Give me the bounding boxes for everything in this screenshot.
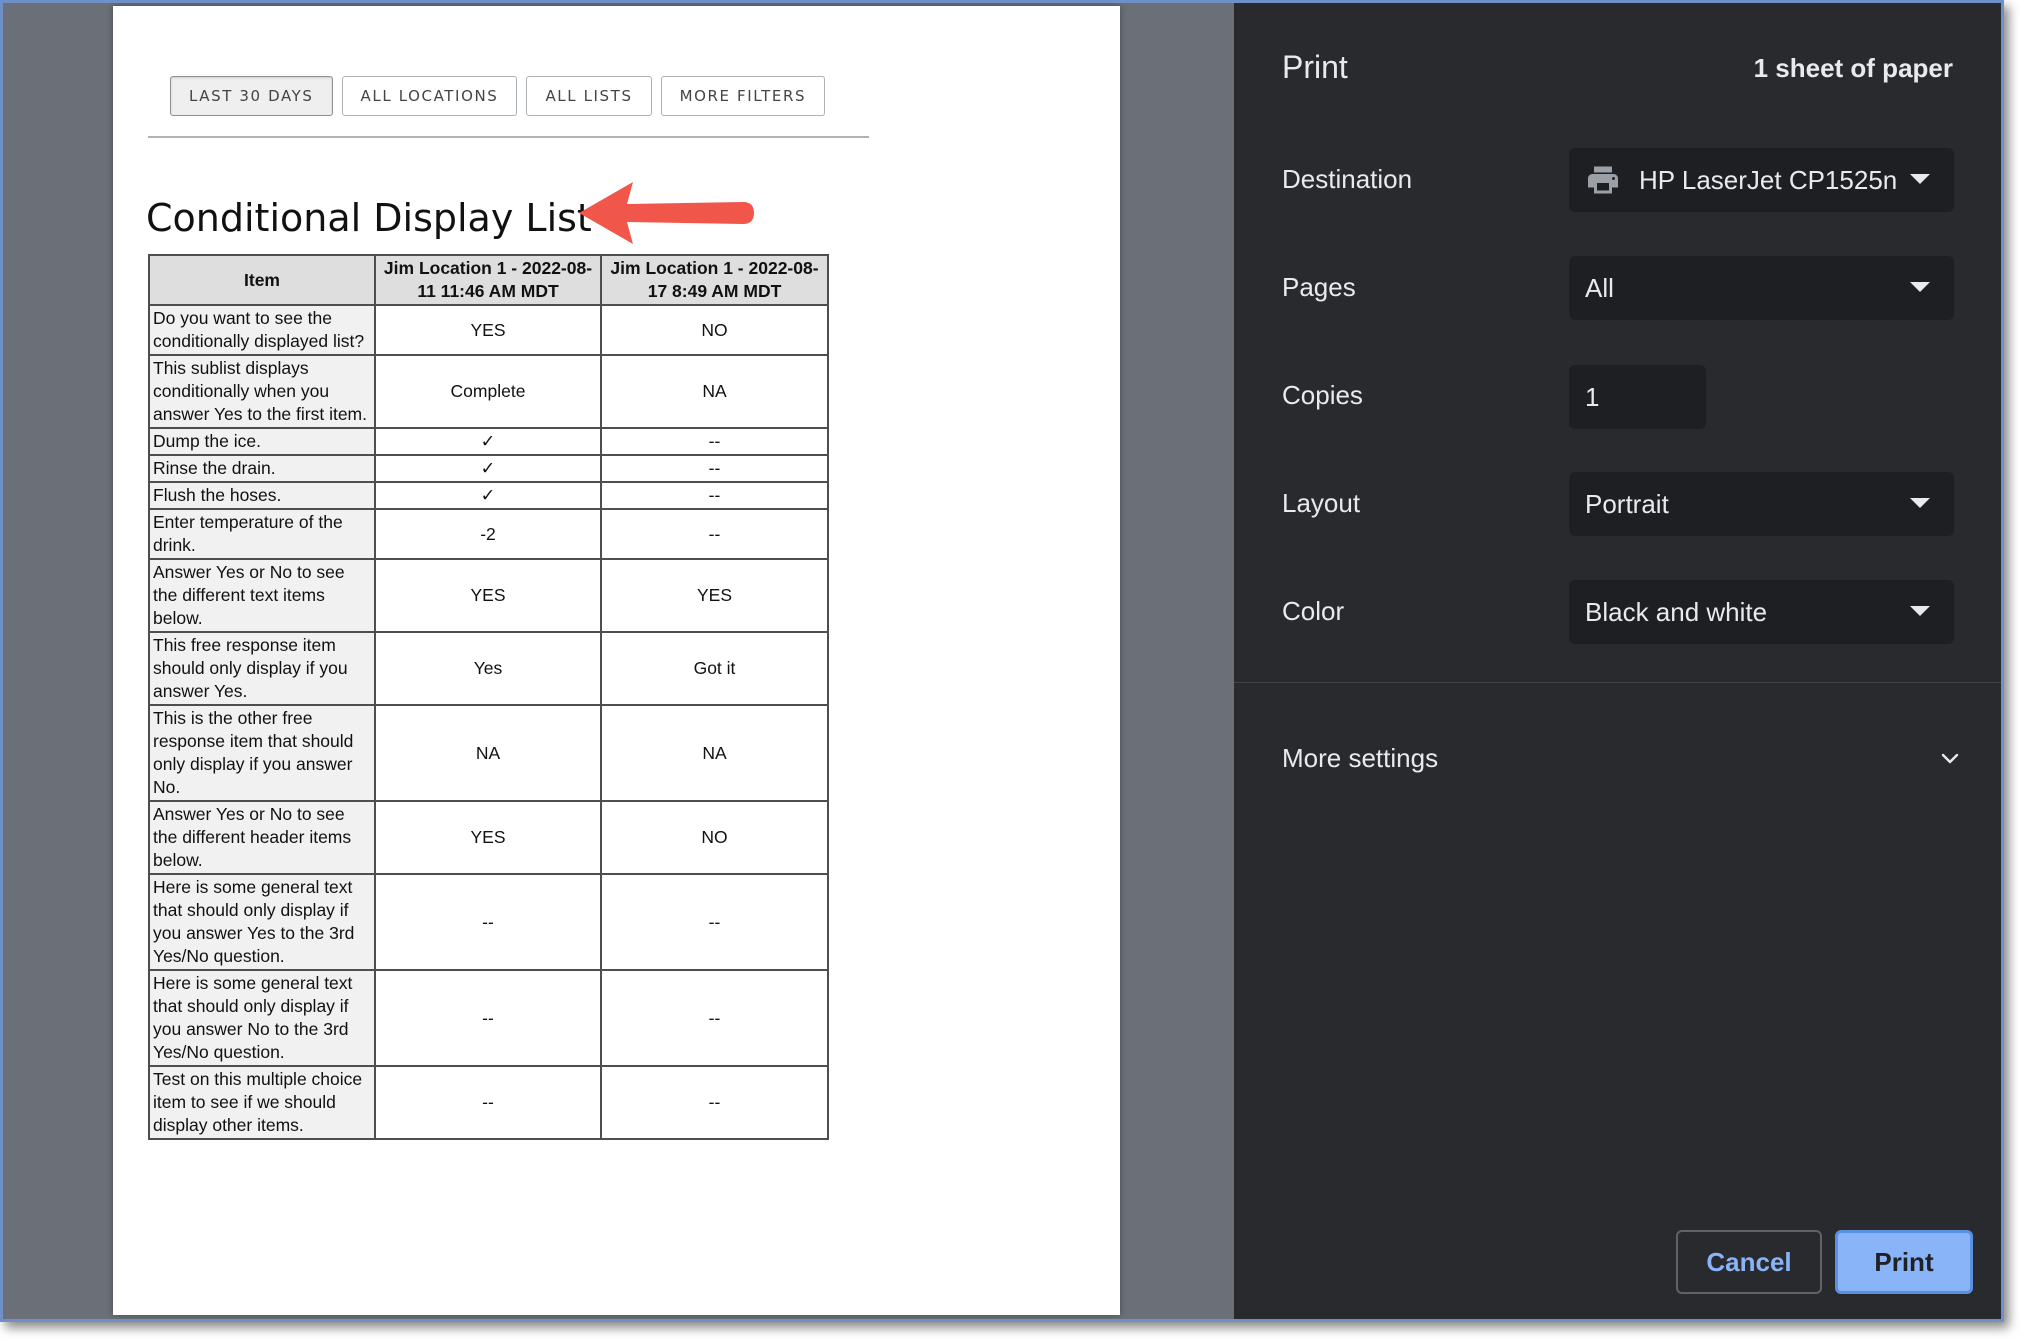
page-title: Conditional Display List <box>146 196 592 240</box>
table-row: Rinse the drain. ✓ -- <box>148 454 829 483</box>
result-cell-1: Complete <box>374 354 602 429</box>
settings-divider <box>1234 682 2001 683</box>
print-dialog-window: LAST 30 DAYS ALL LOCATIONS ALL LISTS MOR… <box>0 0 2004 1322</box>
item-cell: Test on this multiple choice item to see… <box>148 1065 376 1140</box>
result-cell-2: Got it <box>600 631 829 706</box>
table-row: Here is some general text that should on… <box>148 969 829 1067</box>
result-cell-2: -- <box>600 969 829 1067</box>
table-row: Flush the hoses. ✓ -- <box>148 481 829 510</box>
result-cell-2: -- <box>600 508 829 560</box>
layout-select[interactable]: Portrait <box>1569 472 1954 536</box>
panel-title: Print <box>1282 49 1348 85</box>
destination-value: HP LaserJet CP1525nw <box>1639 164 1897 195</box>
result-cell-1: YES <box>374 304 602 356</box>
item-cell: Answer Yes or No to see the different te… <box>148 558 376 633</box>
result-cell-1: ✓ <box>374 481 602 510</box>
item-cell: This is the other free response item tha… <box>148 704 376 802</box>
sheet-count: 1 sheet of paper <box>1753 53 1953 83</box>
result-cell-1: Yes <box>374 631 602 706</box>
filter-more-filters-button[interactable]: MORE FILTERS <box>660 76 826 116</box>
cancel-button[interactable]: Cancel <box>1676 1230 1822 1294</box>
layout-value: Portrait <box>1585 488 1669 519</box>
table-row: Answer Yes or No to see the different te… <box>148 558 829 633</box>
print-preview-area: LAST 30 DAYS ALL LOCATIONS ALL LISTS MOR… <box>3 3 1234 1319</box>
result-cell-1: -- <box>374 969 602 1067</box>
result-cell-1: -- <box>374 873 602 971</box>
item-cell: Dump the ice. <box>148 427 376 456</box>
pages-value: All <box>1585 272 1614 303</box>
table-row: This free response item should only disp… <box>148 631 829 706</box>
table-header-row: Item Jim Location 1 - 2022-08-11 11:46 A… <box>148 254 829 306</box>
result-cell-1: YES <box>374 558 602 633</box>
result-cell-2: NO <box>600 304 829 356</box>
result-cell-2: YES <box>600 558 829 633</box>
destination-label: Destination <box>1282 164 1413 194</box>
table-row: Dump the ice. ✓ -- <box>148 427 829 456</box>
chevron-down-icon <box>1910 606 1930 616</box>
table-row: Test on this multiple choice item to see… <box>148 1065 829 1140</box>
filter-all-locations-button[interactable]: ALL LOCATIONS <box>341 76 518 116</box>
result-cell-1: -- <box>374 1065 602 1140</box>
result-cell-2: NA <box>600 704 829 802</box>
item-cell: Rinse the drain. <box>148 454 376 483</box>
result-cell-1: NA <box>374 704 602 802</box>
pages-label: Pages <box>1282 272 1356 302</box>
color-select[interactable]: Black and white <box>1569 580 1954 644</box>
item-cell: Answer Yes or No to see the different he… <box>148 800 376 875</box>
result-cell-1: YES <box>374 800 602 875</box>
arrow-left-icon <box>579 182 754 244</box>
column-header-inspection-1: Jim Location 1 - 2022-08-11 11:46 AM MDT <box>374 254 602 306</box>
printer-icon <box>1588 166 1618 194</box>
print-button[interactable]: Print <box>1835 1230 1973 1294</box>
result-cell-2: NA <box>600 354 829 429</box>
copies-value: 1 <box>1585 381 1600 412</box>
result-cell-2: -- <box>600 454 829 483</box>
table-row: Enter temperature of the drink. -2 -- <box>148 508 829 560</box>
result-cell-2: -- <box>600 1065 829 1140</box>
column-header-item: Item <box>148 254 376 306</box>
results-table: Item Jim Location 1 - 2022-08-11 11:46 A… <box>148 254 829 1140</box>
table-row: This sublist displays conditionally when… <box>148 354 829 429</box>
item-cell: Enter temperature of the drink. <box>148 508 376 560</box>
filter-all-lists-button[interactable]: ALL LISTS <box>526 76 652 116</box>
result-cell-1: -2 <box>374 508 602 560</box>
item-cell: Do you want to see the conditionally dis… <box>148 304 376 356</box>
copies-label: Copies <box>1282 380 1363 410</box>
result-cell-2: NO <box>600 800 829 875</box>
filter-last-30-days-button[interactable]: LAST 30 DAYS <box>170 76 333 116</box>
preview-page: LAST 30 DAYS ALL LOCATIONS ALL LISTS MOR… <box>113 6 1120 1315</box>
table-row: Do you want to see the conditionally dis… <box>148 304 829 356</box>
table-row: Answer Yes or No to see the different he… <box>148 800 829 875</box>
chevron-down-icon <box>1910 282 1930 292</box>
arrow-shape <box>579 182 754 244</box>
pages-select[interactable]: All <box>1569 256 1954 320</box>
item-cell: Here is some general text that should on… <box>148 873 376 971</box>
layout-label: Layout <box>1282 488 1361 518</box>
color-label: Color <box>1282 596 1345 626</box>
print-settings-panel: Print 1 sheet of paper Destination HP La… <box>1234 3 2001 1319</box>
item-cell: Here is some general text that should on… <box>148 969 376 1067</box>
result-cell-2: -- <box>600 481 829 510</box>
table-row: Here is some general text that should on… <box>148 873 829 971</box>
chevron-down-icon <box>1941 753 1959 764</box>
column-header-inspection-2: Jim Location 1 - 2022-08-17 8:49 AM MDT <box>600 254 829 306</box>
destination-select[interactable]: HP LaserJet CP1525nw <box>1569 148 1954 212</box>
chevron-down-icon <box>1910 498 1930 508</box>
item-cell: Flush the hoses. <box>148 481 376 510</box>
filter-bar: LAST 30 DAYS ALL LOCATIONS ALL LISTS MOR… <box>170 76 826 116</box>
chevron-down-icon <box>1910 174 1930 184</box>
result-cell-2: -- <box>600 873 829 971</box>
table-row: This is the other free response item tha… <box>148 704 829 802</box>
result-cell-1: ✓ <box>374 454 602 483</box>
copies-input[interactable]: 1 <box>1569 365 1706 429</box>
more-settings-label: More settings <box>1282 742 1439 773</box>
item-cell: This free response item should only disp… <box>148 631 376 706</box>
result-cell-1: ✓ <box>374 427 602 456</box>
item-cell: This sublist displays conditionally when… <box>148 354 376 429</box>
color-value: Black and white <box>1585 596 1768 627</box>
result-cell-2: -- <box>600 427 829 456</box>
filter-divider <box>148 136 869 138</box>
more-settings-toggle[interactable]: More settings <box>1282 738 1962 778</box>
